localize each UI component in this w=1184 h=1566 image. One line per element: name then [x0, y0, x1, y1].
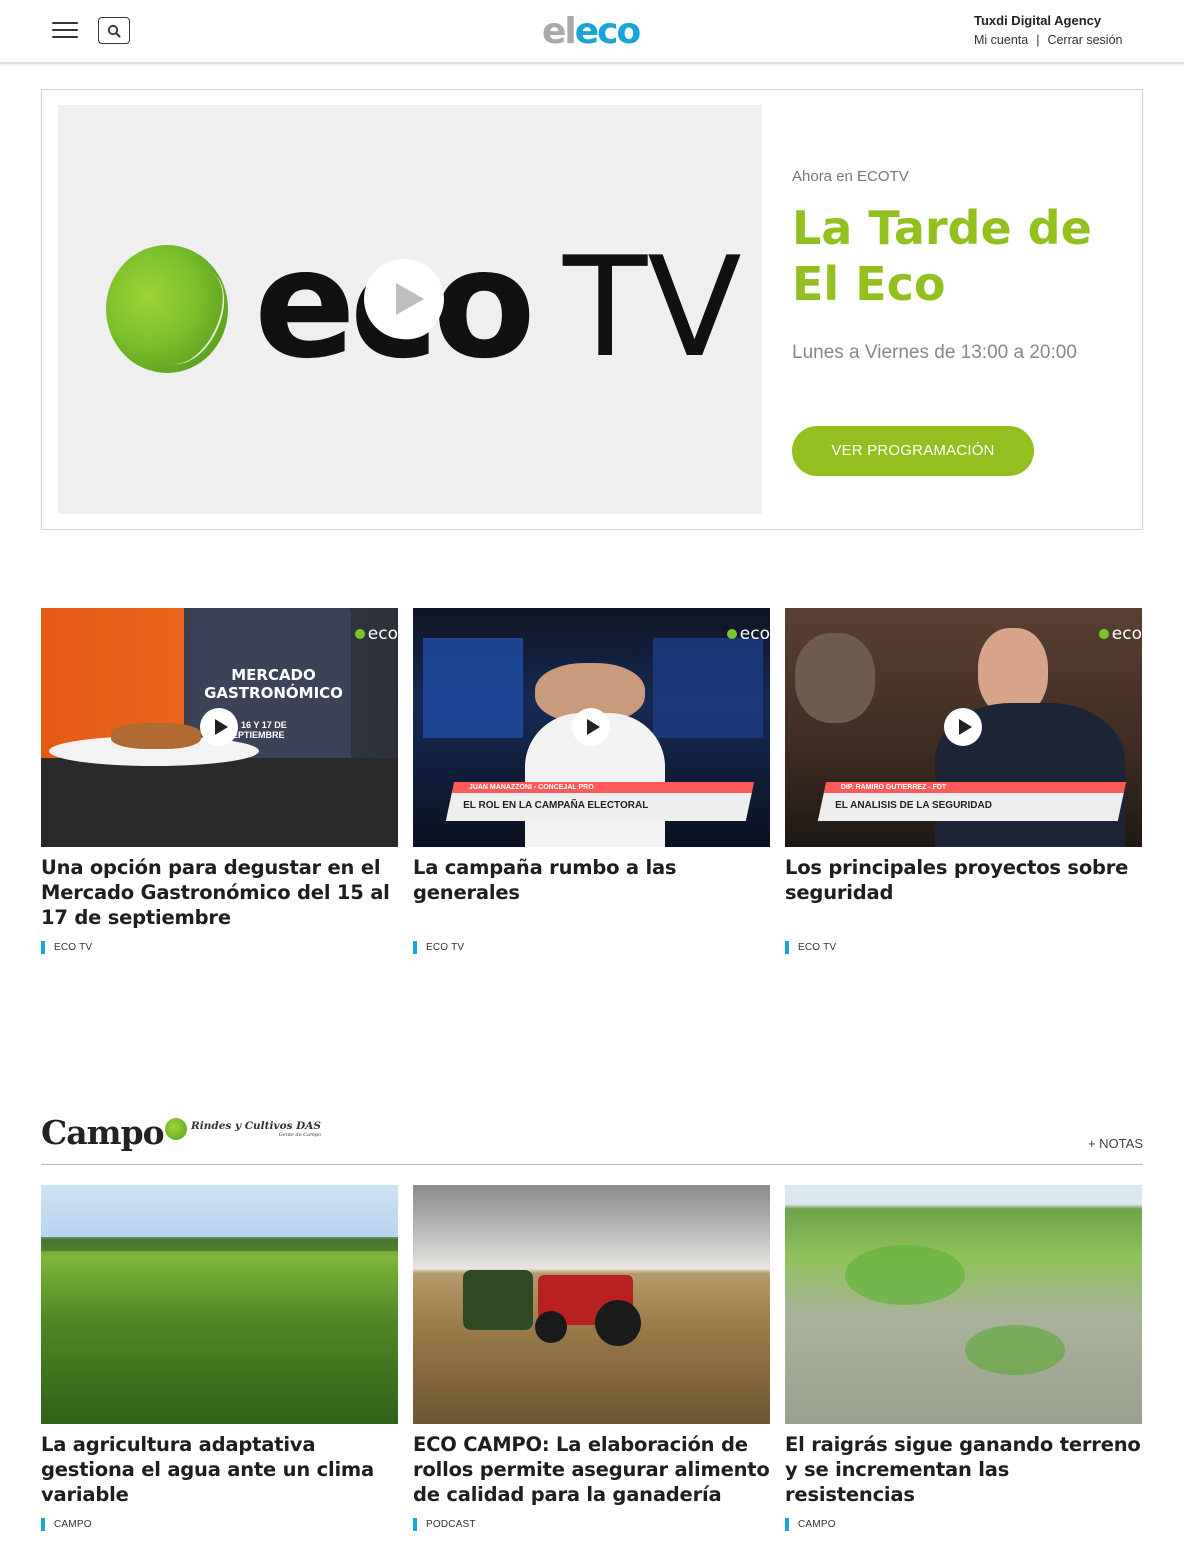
live-tv-box: eco TV Ahora en ECOTV La Tarde de El Eco… [41, 89, 1143, 530]
more-notes-link[interactable]: + NOTAS [1088, 1136, 1143, 1151]
ecotv-ball-logo [106, 245, 228, 373]
lower-third-text: EL ANALISIS DE LA SEGURIDAD [835, 800, 992, 811]
baler-graphic [463, 1270, 533, 1330]
screen-graphic [423, 638, 523, 738]
ecotv-bug: eco [727, 624, 770, 644]
live-kicker: Ahora en ECOTV [792, 168, 909, 185]
category-tag[interactable]: PODCAST [413, 1518, 476, 1531]
account-name: Tuxdi Digital Agency [974, 13, 1102, 28]
video-thumbnail[interactable]: DIP. RAMIRO GUTIERREZ - FDT EL ANALISIS … [785, 608, 1142, 847]
video-thumbnail[interactable]: MERCADO GASTRONÓMICO 15, 16 Y 17 DE SEPT… [41, 608, 398, 847]
ecotv-tv-mark: TV [563, 227, 742, 388]
tree-line [41, 1237, 398, 1251]
ecotv-bug: eco [355, 624, 398, 644]
news-image[interactable] [413, 1185, 770, 1424]
category-tag[interactable]: ECO TV [785, 941, 836, 954]
news-card[interactable]: La agricultura adaptativa gestiona el ag… [41, 1185, 398, 1531]
tractor-wheel [535, 1311, 567, 1343]
search-button[interactable] [98, 17, 130, 44]
news-card[interactable]: El raigrás sigue ganando terreno y se in… [785, 1185, 1142, 1531]
grass-patch [965, 1325, 1065, 1375]
video-card[interactable]: MERCADO GASTRONÓMICO 15, 16 Y 17 DE SEPT… [41, 608, 398, 954]
logo-eco: eco [574, 11, 641, 52]
live-schedule: Lunes a Viernes de 13:00 a 20:00 [792, 342, 1077, 363]
section-title[interactable]: Campo [41, 1113, 165, 1152]
lower-third-text: EL ROL EN LA CAMPAÑA ELECTORAL [463, 800, 649, 811]
card-title[interactable]: La campaña rumbo a las generales [413, 855, 770, 905]
background-person [795, 633, 875, 723]
card-title[interactable]: La agricultura adaptativa gestiona el ag… [41, 1432, 398, 1507]
category-tag[interactable]: CAMPO [785, 1518, 836, 1531]
play-icon[interactable] [944, 708, 982, 746]
card-title[interactable]: ECO CAMPO: La elaboración de rollos perm… [413, 1432, 770, 1507]
lower-third-name: JUAN MANAZZONI - CONCEJAL PRO [468, 784, 594, 791]
play-icon[interactable] [200, 708, 238, 746]
screen-graphic [653, 638, 763, 738]
category-tag[interactable]: CAMPO [41, 1518, 92, 1531]
lower-third: DIP. RAMIRO GUTIERREZ - FDT EL ANALISIS … [817, 782, 1127, 821]
sponsor-ball-icon [165, 1118, 187, 1140]
food-graphic [111, 723, 201, 749]
thumb-sub: 15, 16 Y 17 DE SEPTIEMBRE [226, 720, 287, 740]
play-icon[interactable] [572, 708, 610, 746]
news-image[interactable] [785, 1185, 1142, 1424]
video-card[interactable]: DIP. RAMIRO GUTIERREZ - FDT EL ANALISIS … [785, 608, 1142, 954]
tractor-wheel [595, 1300, 641, 1346]
video-player[interactable]: eco TV [58, 105, 762, 514]
card-title[interactable]: El raigrás sigue ganando terreno y se in… [785, 1432, 1142, 1507]
my-account-link[interactable]: Mi cuenta [974, 33, 1028, 47]
menu-icon[interactable] [52, 22, 78, 40]
live-info: Ahora en ECOTV La Tarde de El Eco Lunes … [792, 168, 1122, 476]
sponsor-logo[interactable]: Rindes y Cultivos DAS Gente de Campo [165, 1118, 321, 1140]
play-icon[interactable] [364, 259, 444, 339]
logout-link[interactable]: Cerrar sesión [1047, 33, 1122, 47]
category-tag[interactable]: ECO TV [413, 941, 464, 954]
link-separator: | [1036, 33, 1040, 47]
lower-third-name: DIP. RAMIRO GUTIERREZ - FDT [840, 784, 947, 791]
news-card[interactable]: ECO CAMPO: La elaboración de rollos perm… [413, 1185, 770, 1531]
video-card[interactable]: JUAN MANAZZONI - CONCEJAL PRO EL ROL EN … [413, 608, 770, 954]
video-thumbnail[interactable]: JUAN MANAZZONI - CONCEJAL PRO EL ROL EN … [413, 608, 770, 847]
site-header: eleco Tuxdi Digital Agency Mi cuenta | Cer… [0, 0, 1184, 64]
thumb-caption: MERCADO GASTRONÓMICO [204, 666, 343, 702]
card-title[interactable]: Una opción para degustar en el Mercado G… [41, 855, 398, 930]
card-title[interactable]: Los principales proyectos sobre segurida… [785, 855, 1142, 905]
logo-el: el [542, 11, 577, 52]
category-tag[interactable]: ECO TV [41, 941, 92, 954]
live-program-title[interactable]: La Tarde de El Eco [792, 200, 1122, 312]
sponsor-sub: Gente de Campo [278, 1132, 322, 1138]
campo-section-header: Campo Rindes y Cultivos DAS Gente de Camp… [41, 1105, 1143, 1165]
view-schedule-button[interactable]: VER PROGRAMACIÓN [792, 426, 1034, 476]
ecotv-bug: eco [1099, 624, 1142, 644]
site-logo[interactable]: eleco [542, 10, 641, 54]
grass-patch [845, 1245, 965, 1305]
account-panel: Tuxdi Digital Agency Mi cuenta | Cerrar se… [974, 13, 1134, 47]
sponsor-name: Rindes y Cultivos DAS [191, 1120, 322, 1132]
table-graphic [41, 758, 398, 847]
news-image[interactable] [41, 1185, 398, 1424]
search-icon [107, 24, 121, 37]
lower-third: JUAN MANAZZONI - CONCEJAL PRO EL ROL EN … [445, 782, 755, 821]
